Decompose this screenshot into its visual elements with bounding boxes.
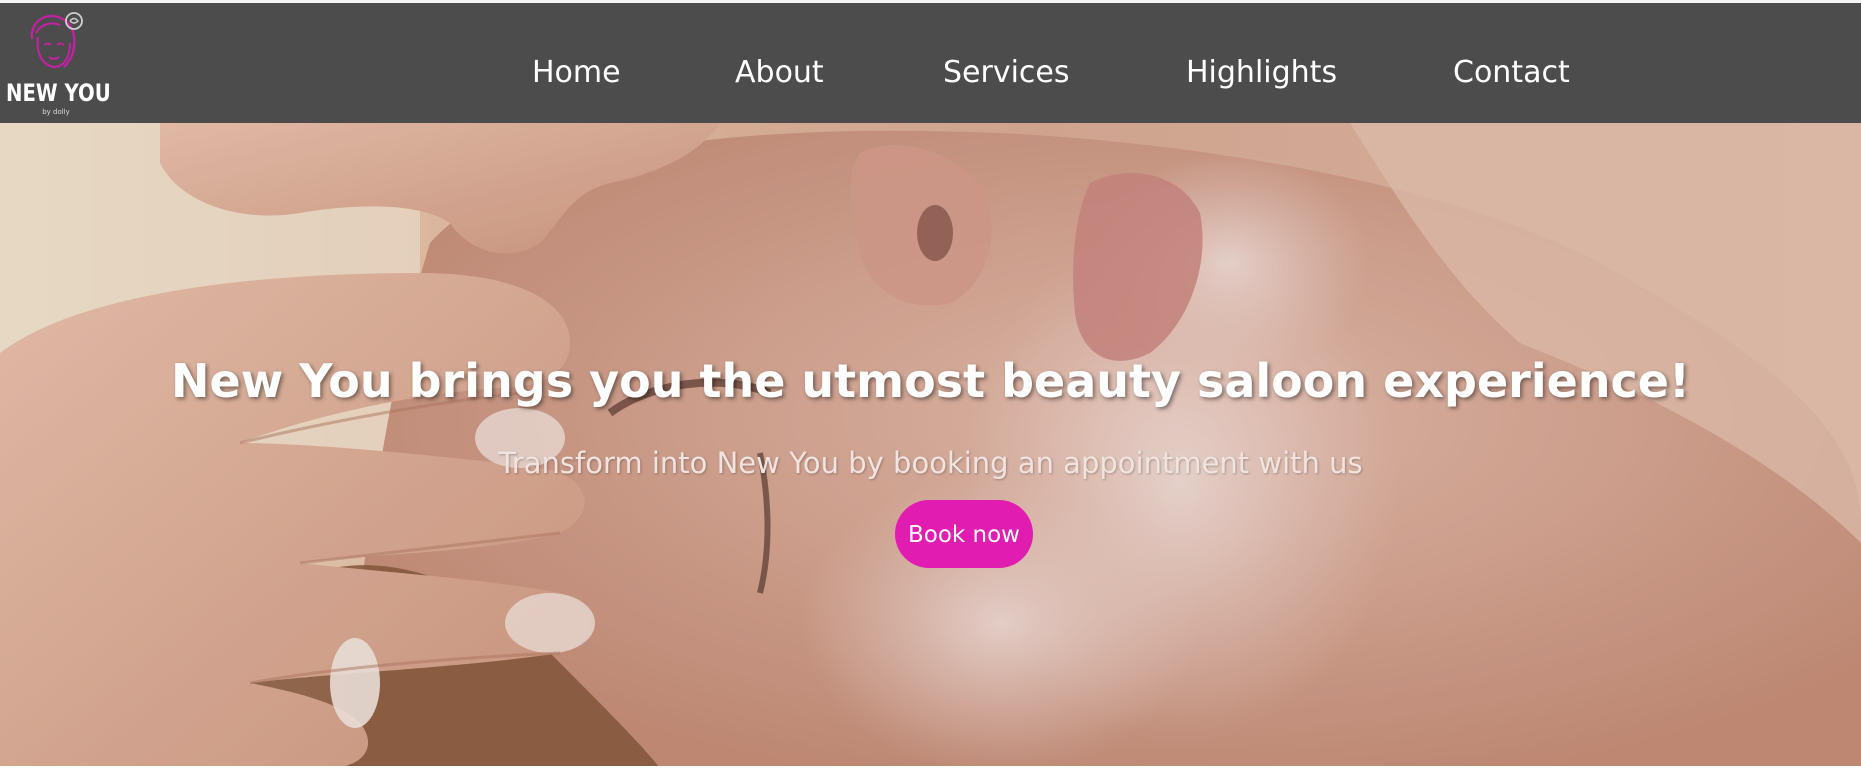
- brand-tagline: by dolly: [42, 108, 70, 116]
- hero-section: New You brings you the utmost beauty sal…: [0, 123, 1861, 768]
- nav-home-link[interactable]: Home: [532, 53, 621, 93]
- nav-services-link[interactable]: Services: [943, 53, 1070, 93]
- page: NEW YOU by dolly Home About Services Hig…: [0, 0, 1861, 768]
- brand-logo[interactable]: NEW YOU by dolly: [4, 9, 111, 117]
- hero-subtitle: Transform into New You by booking an app…: [498, 446, 1363, 480]
- nav-highlights-link[interactable]: Highlights: [1186, 53, 1337, 93]
- nav-about-link[interactable]: About: [735, 53, 824, 93]
- hero-title: New You brings you the utmost beauty sal…: [171, 354, 1690, 408]
- nav-contact-link[interactable]: Contact: [1453, 53, 1570, 93]
- book-now-button[interactable]: Book now: [895, 500, 1033, 568]
- navbar: NEW YOU by dolly Home About Services Hig…: [0, 3, 1861, 123]
- brand-name: NEW YOU: [6, 79, 111, 107]
- woman-face-with-rose-icon: [30, 12, 83, 69]
